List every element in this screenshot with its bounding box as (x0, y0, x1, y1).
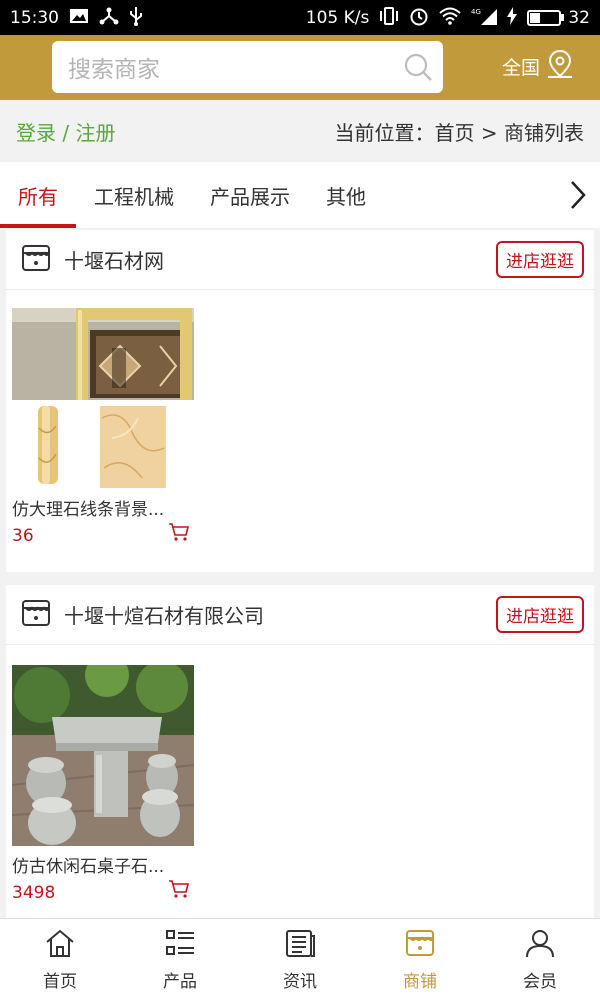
store-icon (20, 597, 52, 633)
tab-all[interactable]: 所有 (0, 162, 76, 228)
location-pin-icon (546, 49, 574, 84)
login-bar: 登录 / 注册 当前位置：首页 > 商铺列表 (0, 100, 600, 162)
nav-products[interactable]: 产品 (120, 919, 240, 1000)
nav-label: 商铺 (403, 971, 437, 992)
tab-label: 其他 (326, 184, 366, 209)
cart-icon[interactable] (168, 522, 190, 546)
user-icon (524, 928, 556, 963)
status-bar-left: 15:30 (10, 6, 143, 29)
usb-icon (129, 6, 143, 29)
login-register-link[interactable]: 登录 / 注册 (16, 117, 115, 146)
bottom-nav: 首页 产品 资讯 商铺 会员 (0, 918, 600, 1000)
nav-label: 产品 (163, 971, 197, 992)
visit-store-button[interactable]: 进店逛逛 (496, 596, 584, 633)
charging-icon (507, 7, 518, 28)
breadcrumb: 当前位置：首页 > 商铺列表 (334, 120, 584, 145)
shop-name[interactable]: 十堰十煊石材有限公司 (64, 600, 496, 629)
nav-stores[interactable]: 商铺 (360, 919, 480, 1000)
shop-card-header: 十堰十煊石材有限公司 进店逛逛 (6, 585, 594, 645)
tab-label: 产品展示 (210, 184, 290, 209)
home-icon (44, 928, 76, 963)
tab-label: 工程机械 (94, 184, 174, 209)
chevron-right-icon[interactable] (568, 179, 588, 215)
app-header: 搜索商家 全国 (0, 35, 600, 100)
cart-icon[interactable] (168, 879, 190, 903)
share-notification-icon (99, 7, 119, 28)
status-time: 15:30 (10, 7, 59, 28)
shop-card-header: 十堰石材网 进店逛逛 (6, 230, 594, 290)
status-bar-right: 105 K/s 4G 32 (306, 6, 590, 29)
net-speed: 105 K/s (305, 7, 370, 28)
wifi-icon (439, 7, 462, 28)
category-tabs: 所有 工程机械 产品展示 其他 (0, 162, 600, 228)
tab-engineering-machinery[interactable]: 工程机械 (76, 162, 192, 228)
battery-indicator: 32 (527, 8, 590, 28)
vibrate-icon (379, 7, 399, 28)
product-title[interactable]: 仿大理石线条背景... (12, 495, 194, 520)
signal-icon: 4G (471, 7, 498, 28)
nav-member[interactable]: 会员 (480, 919, 600, 1000)
battery-percent: 32 (568, 7, 590, 28)
product-item[interactable]: 仿大理石线条背景... 36 (12, 308, 194, 546)
search-input[interactable]: 搜索商家 (52, 41, 443, 93)
nav-news[interactable]: 资讯 (240, 919, 360, 1000)
store-icon (20, 242, 52, 278)
search-icon[interactable] (393, 41, 443, 93)
shop-card: 十堰十煊石材有限公司 进店逛逛 仿古休闲石桌子石... 3498 (6, 585, 594, 918)
search-placeholder: 搜索商家 (68, 57, 160, 83)
image-notification-icon (69, 8, 89, 27)
product-image[interactable] (12, 665, 194, 846)
status-bar: 15:30 105 K/s 4G 32 (0, 0, 600, 35)
list-icon (164, 928, 196, 963)
battery-tip (561, 14, 565, 21)
product-item[interactable]: 仿古休闲石桌子石... 3498 (12, 665, 194, 903)
battery-level-fill (530, 12, 540, 23)
svg-text:4G: 4G (471, 8, 481, 16)
battery-icon (527, 9, 562, 26)
store-icon (404, 928, 436, 963)
product-image[interactable] (12, 308, 194, 489)
visit-store-button[interactable]: 进店逛逛 (496, 241, 584, 278)
shop-name[interactable]: 十堰石材网 (64, 245, 496, 274)
tab-other[interactable]: 其他 (308, 162, 384, 228)
nav-home[interactable]: 首页 (0, 919, 120, 1000)
nav-label: 会员 (523, 971, 557, 992)
shop-card: 十堰石材网 进店逛逛 仿大理石线条背景... 36 (6, 230, 594, 572)
nav-label: 首页 (43, 971, 77, 992)
region-selector[interactable]: 全国 (502, 49, 574, 84)
tab-label: 所有 (18, 184, 58, 209)
product-title[interactable]: 仿古休闲石桌子石... (12, 852, 194, 877)
alarm-icon (409, 6, 429, 29)
product-price: 36 (12, 526, 34, 546)
product-price: 3498 (12, 883, 56, 903)
tab-product-showcase[interactable]: 产品展示 (192, 162, 308, 228)
news-icon (284, 928, 316, 963)
region-label: 全国 (502, 57, 541, 79)
nav-label: 资讯 (283, 971, 317, 992)
